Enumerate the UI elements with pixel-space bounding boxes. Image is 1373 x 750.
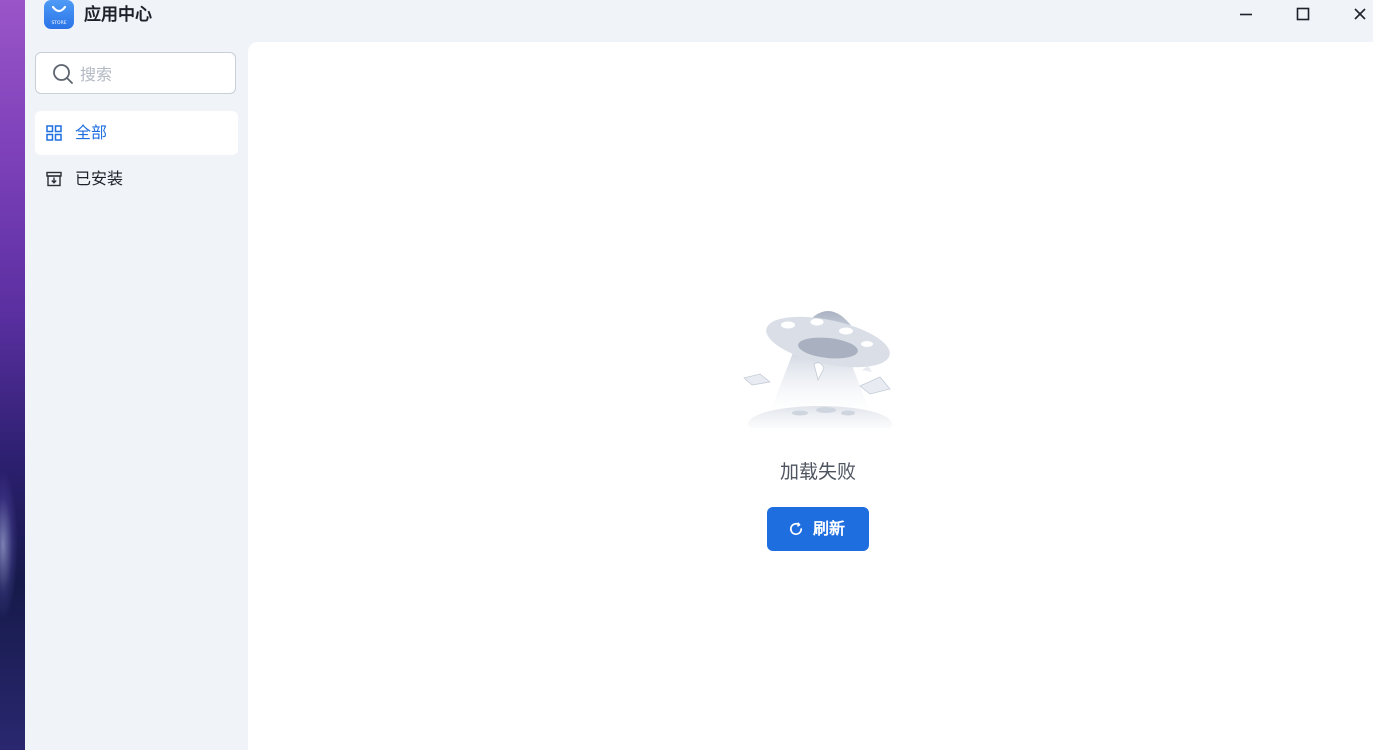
- minimize-button[interactable]: [1236, 4, 1256, 24]
- refresh-icon: [789, 522, 803, 535]
- refresh-label: 刷新: [813, 519, 846, 538]
- maximize-icon: [1296, 7, 1310, 21]
- grid-icon: [46, 125, 62, 141]
- close-button[interactable]: [1350, 4, 1370, 24]
- app-window: STORE 应用中心 搜索 全部 已安装 加载失败 刷新: [25, 0, 1373, 750]
- sidebar: 全部 已安装: [25, 32, 248, 750]
- search-input[interactable]: [80, 61, 230, 87]
- minimize-icon: [1240, 13, 1252, 16]
- sidebar-item-installed[interactable]: 已安装: [35, 157, 238, 201]
- empty-state-message: 加载失败: [779, 461, 856, 483]
- desktop-glow: [0, 470, 18, 620]
- main-content: 加载失败 刷新: [248, 42, 1373, 750]
- title-bar: STORE 应用中心: [25, 0, 1373, 32]
- installed-box-icon: [46, 171, 62, 187]
- store-bag-icon: STORE: [44, 0, 74, 29]
- desktop-background: [0, 0, 25, 750]
- sidebar-item-label: 全部: [75, 123, 108, 142]
- app-title: 应用中心: [84, 5, 152, 25]
- close-icon: [1354, 8, 1366, 20]
- sidebar-item-all[interactable]: 全部: [35, 111, 238, 155]
- app-icon-text: STORE: [51, 20, 66, 26]
- search-box[interactable]: [35, 52, 236, 94]
- search-icon: [53, 64, 73, 84]
- sidebar-item-label: 已安装: [75, 169, 124, 188]
- ufo-illustration: [743, 311, 892, 428]
- maximize-button[interactable]: [1293, 4, 1313, 24]
- refresh-button[interactable]: 刷新: [767, 507, 869, 551]
